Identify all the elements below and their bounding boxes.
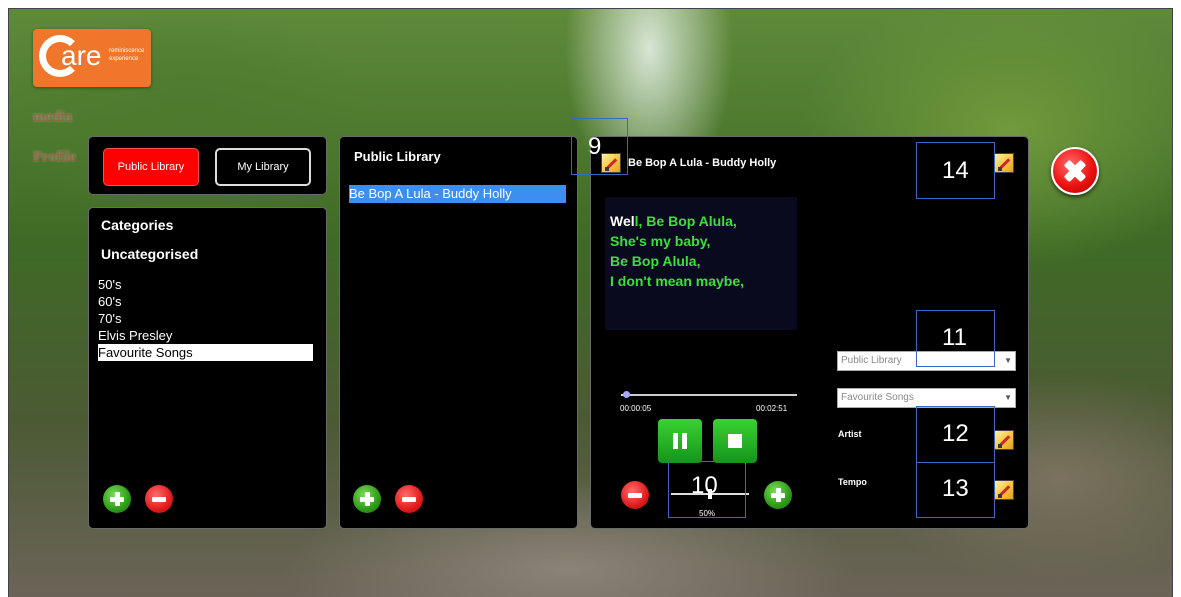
- progress-track[interactable]: [621, 391, 797, 398]
- annotation-label: 10: [691, 472, 718, 499]
- annotation-box-12: 12: [916, 406, 995, 463]
- tempo-increase-button[interactable]: [764, 481, 792, 509]
- progress-thumb[interactable]: [623, 391, 631, 398]
- logo-tagline: reminiscence experience: [109, 48, 145, 62]
- annotation-box-14: 14: [916, 142, 995, 199]
- chevron-down-icon: ▼: [1004, 393, 1012, 402]
- category-select[interactable]: Favourite Songs ▼: [837, 388, 1016, 408]
- song-list-title: Public Library: [354, 149, 441, 164]
- categories-panel: Categories Uncategorised 50's 60's 70's …: [88, 207, 327, 529]
- logo-wordmark: are: [61, 40, 102, 71]
- edit-tempo-icon[interactable]: [994, 480, 1014, 500]
- annotation-box-9: 9: [571, 118, 628, 175]
- annotation-label: 9: [588, 133, 602, 160]
- annotation-label: 11: [942, 324, 967, 351]
- artist-label: Artist: [838, 429, 862, 439]
- pause-icon: [673, 433, 678, 449]
- category-item[interactable]: 70's: [98, 310, 313, 327]
- close-button[interactable]: [1051, 147, 1099, 195]
- lyric-line: Be Bop Alula,: [610, 253, 701, 269]
- public-library-tab[interactable]: Public Library: [103, 148, 199, 186]
- remove-category-button[interactable]: [145, 485, 173, 513]
- app-window: are reminiscence experience media Profil…: [8, 8, 1173, 597]
- care-logo: are reminiscence experience: [33, 29, 151, 87]
- tempo-decrease-button[interactable]: [621, 481, 649, 509]
- categories-title: Categories: [101, 217, 174, 233]
- tempo-label: Tempo: [838, 477, 867, 487]
- annotation-box-13: 13: [916, 462, 995, 518]
- add-category-button[interactable]: [103, 485, 131, 513]
- song-list-panel: Public Library Be Bop A Lula - Buddy Hol…: [339, 136, 578, 529]
- category-item[interactable]: Elvis Presley: [98, 327, 313, 344]
- add-song-button[interactable]: [353, 485, 381, 513]
- stop-icon: [728, 434, 742, 448]
- annotation-box-11: 11: [916, 310, 995, 367]
- now-playing-title: Be Bop A Lula - Buddy Holly: [628, 157, 777, 169]
- library-tabs-panel: Public Library My Library: [88, 136, 327, 195]
- elapsed-time: 00:00:05: [620, 404, 652, 413]
- lyric-line: Well, Be Bop Alula,: [610, 213, 737, 229]
- lyric-line: She's my baby,: [610, 233, 711, 249]
- my-library-tab[interactable]: My Library: [215, 148, 311, 186]
- edit-icon-top-right[interactable]: [994, 153, 1014, 173]
- category-uncategorised[interactable]: Uncategorised: [101, 246, 198, 262]
- category-item[interactable]: 60's: [98, 293, 313, 310]
- annotation-label: 13: [942, 475, 969, 502]
- remove-song-button[interactable]: [395, 485, 423, 513]
- lyrics-display: Well, Be Bop Alula, She's my baby, Be Bo…: [605, 197, 797, 330]
- stop-button[interactable]: [713, 419, 757, 463]
- category-item[interactable]: 50's: [98, 276, 313, 293]
- edit-artist-icon[interactable]: [994, 430, 1014, 450]
- category-item-selected[interactable]: Favourite Songs: [98, 344, 313, 361]
- song-list-item-selected[interactable]: Be Bop A Lula - Buddy Holly: [349, 185, 566, 203]
- side-ghost-profile[interactable]: Profile: [33, 149, 87, 171]
- annotation-label: 14: [942, 157, 969, 184]
- chevron-down-icon: ▼: [1004, 356, 1012, 365]
- total-time: 00:02:51: [756, 404, 788, 413]
- pause-button[interactable]: [658, 419, 702, 463]
- side-ghost-media[interactable]: media: [33, 109, 87, 131]
- lyric-line: I don't mean maybe,: [610, 273, 745, 289]
- annotation-box-10: 10: [668, 461, 746, 518]
- annotation-label: 12: [942, 420, 969, 447]
